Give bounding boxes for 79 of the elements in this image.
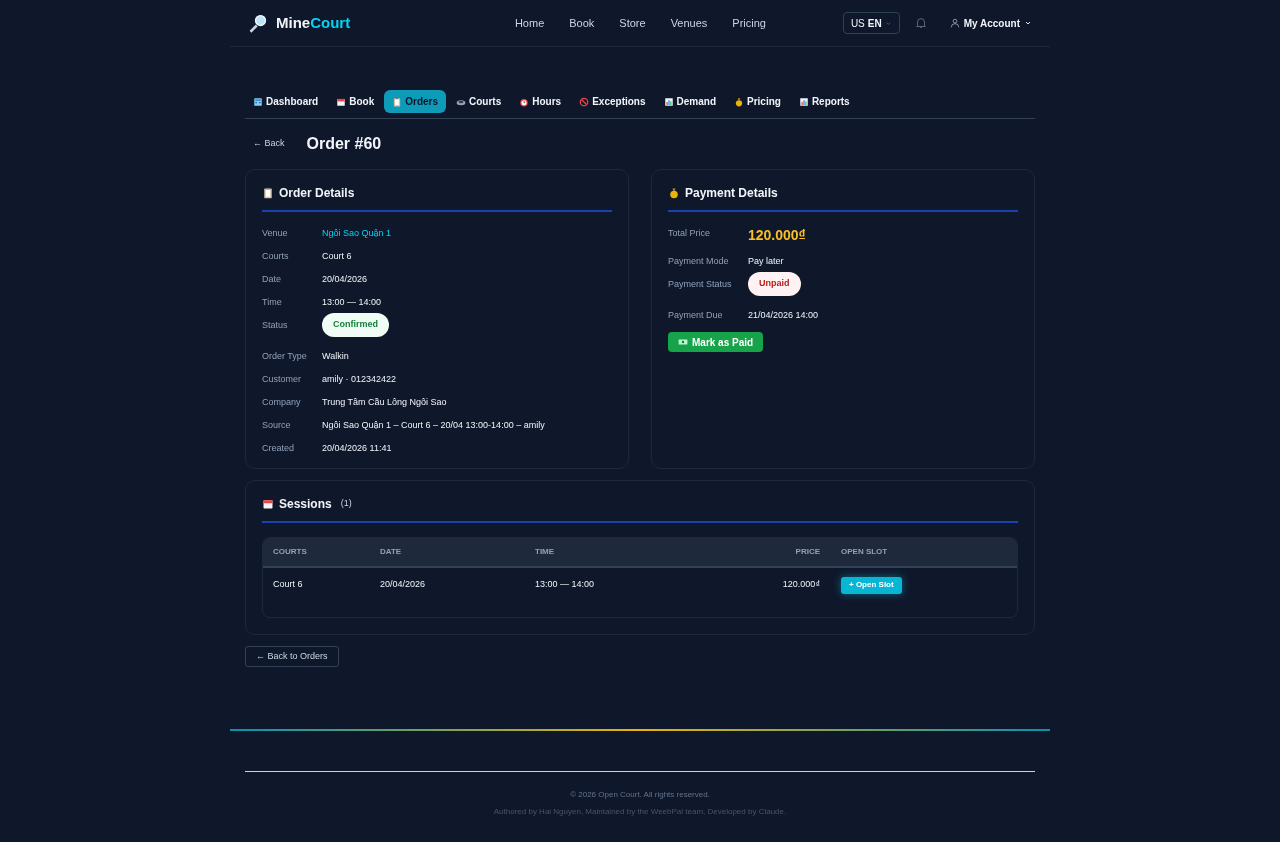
back-to-orders-button[interactable]: ← Back to Orders	[245, 646, 339, 667]
nav-link[interactable]: Store	[619, 14, 646, 32]
column-header: TIME	[535, 546, 556, 558]
field-label: Courts	[262, 250, 290, 263]
page-title: Order #60	[306, 134, 382, 154]
status-badge: Confirmed	[322, 313, 389, 337]
table-cell-text: 13:00 — 14:00	[535, 578, 596, 592]
field-label: Venue	[262, 227, 289, 240]
money-bag-icon	[668, 187, 680, 199]
table-cell-text: Court 6	[272, 578, 304, 592]
field-value: 21/04/2026 14:00	[748, 309, 819, 322]
nav-tab[interactable]: Hours	[511, 90, 570, 113]
field-value: 20/04/2026	[322, 273, 368, 286]
calendar-icon	[336, 96, 347, 107]
column-header: OPEN SLOT	[840, 546, 889, 558]
field-value: Pay later	[748, 255, 784, 268]
field-label: Company	[262, 396, 302, 409]
status-badge: Unpaid	[748, 272, 801, 296]
brand-name[interactable]: MineCourt	[276, 11, 351, 35]
nav-tab[interactable]: Exceptions	[571, 90, 654, 113]
card-title: Order Details	[279, 185, 355, 202]
column-header: COURTS	[272, 546, 308, 558]
field-label: Order Type	[262, 350, 308, 363]
column-header: DATE	[380, 546, 403, 558]
column-header: PRICE	[794, 546, 820, 558]
clipboard-icon	[262, 187, 274, 199]
money-bag-icon	[734, 96, 744, 107]
field-value: Walkin	[322, 350, 349, 363]
field-label: Time	[262, 296, 283, 309]
account-menu[interactable]: My Account	[949, 15, 1032, 31]
field-label: Total Price	[668, 227, 712, 240]
chevron-down-icon	[884, 19, 892, 27]
field-label: Payment Due	[668, 309, 724, 322]
banknote-icon	[678, 337, 688, 347]
table-cell-text: 20/04/2026	[380, 578, 427, 592]
venue-link[interactable]: Ngôi Sao Quận 1	[322, 227, 392, 241]
nav-tab[interactable]: Reports	[790, 90, 858, 113]
back-link[interactable]: ← Back	[253, 137, 285, 151]
prohibited-icon	[579, 96, 590, 107]
copyright-text: © 2026 Open Court. All rights reserved.	[570, 789, 710, 801]
table-cell-text: 120.000₫	[781, 578, 820, 592]
nav-tab[interactable]: Book	[328, 90, 383, 113]
user-icon	[949, 18, 960, 28]
nav-link[interactable]: Pricing	[732, 14, 766, 32]
field-value: Court 6	[322, 250, 352, 263]
language-selector[interactable]: US EN	[842, 12, 900, 34]
field-value: amily · 012342422	[322, 373, 397, 386]
field-value: 20/04/2026 11:41	[322, 442, 392, 455]
card-title: Payment Details	[685, 185, 778, 202]
nav-tab[interactable]: Pricing	[726, 90, 789, 113]
nav-tab[interactable]: Courts	[448, 90, 510, 113]
total-price: 120.000₫	[748, 226, 806, 245]
field-label: Customer	[262, 373, 302, 386]
bar-chart-icon	[798, 96, 809, 107]
magnifier-logo-icon	[248, 13, 268, 33]
field-label: Date	[262, 273, 282, 286]
bell-icon	[913, 16, 928, 30]
alarm-clock-icon	[519, 96, 530, 107]
field-label: Payment Status	[668, 278, 733, 291]
field-label: Created	[262, 442, 296, 455]
field-label: Payment Mode	[668, 255, 730, 268]
card-title: Sessions	[279, 496, 332, 513]
nav-tab[interactable]: Demand	[655, 90, 724, 113]
chevron-down-icon	[1024, 19, 1032, 27]
session-count: (1)	[340, 497, 352, 511]
field-label: Status	[262, 319, 289, 332]
nav-tab[interactable]: Dashboard	[245, 90, 327, 113]
field-label: Source	[262, 419, 292, 432]
nav-link[interactable]: Venues	[670, 14, 708, 32]
building-icon	[253, 96, 263, 107]
field-value: 13:00 — 14:00	[322, 296, 382, 309]
clipboard-icon	[392, 96, 403, 107]
bar-chart-icon	[663, 96, 674, 107]
field-value: Ngôi Sao Quận 1 – Court 6 – 20/04 13:00-14:00 – amily	[322, 419, 545, 432]
nav-link[interactable]: Home	[514, 14, 545, 32]
nav-link[interactable]: Book	[569, 14, 595, 32]
calendar-icon	[262, 498, 274, 510]
nav-tab[interactable]: Orders	[384, 90, 447, 113]
field-value: Trung Tâm Cầu Lông Ngôi Sao	[322, 396, 447, 409]
